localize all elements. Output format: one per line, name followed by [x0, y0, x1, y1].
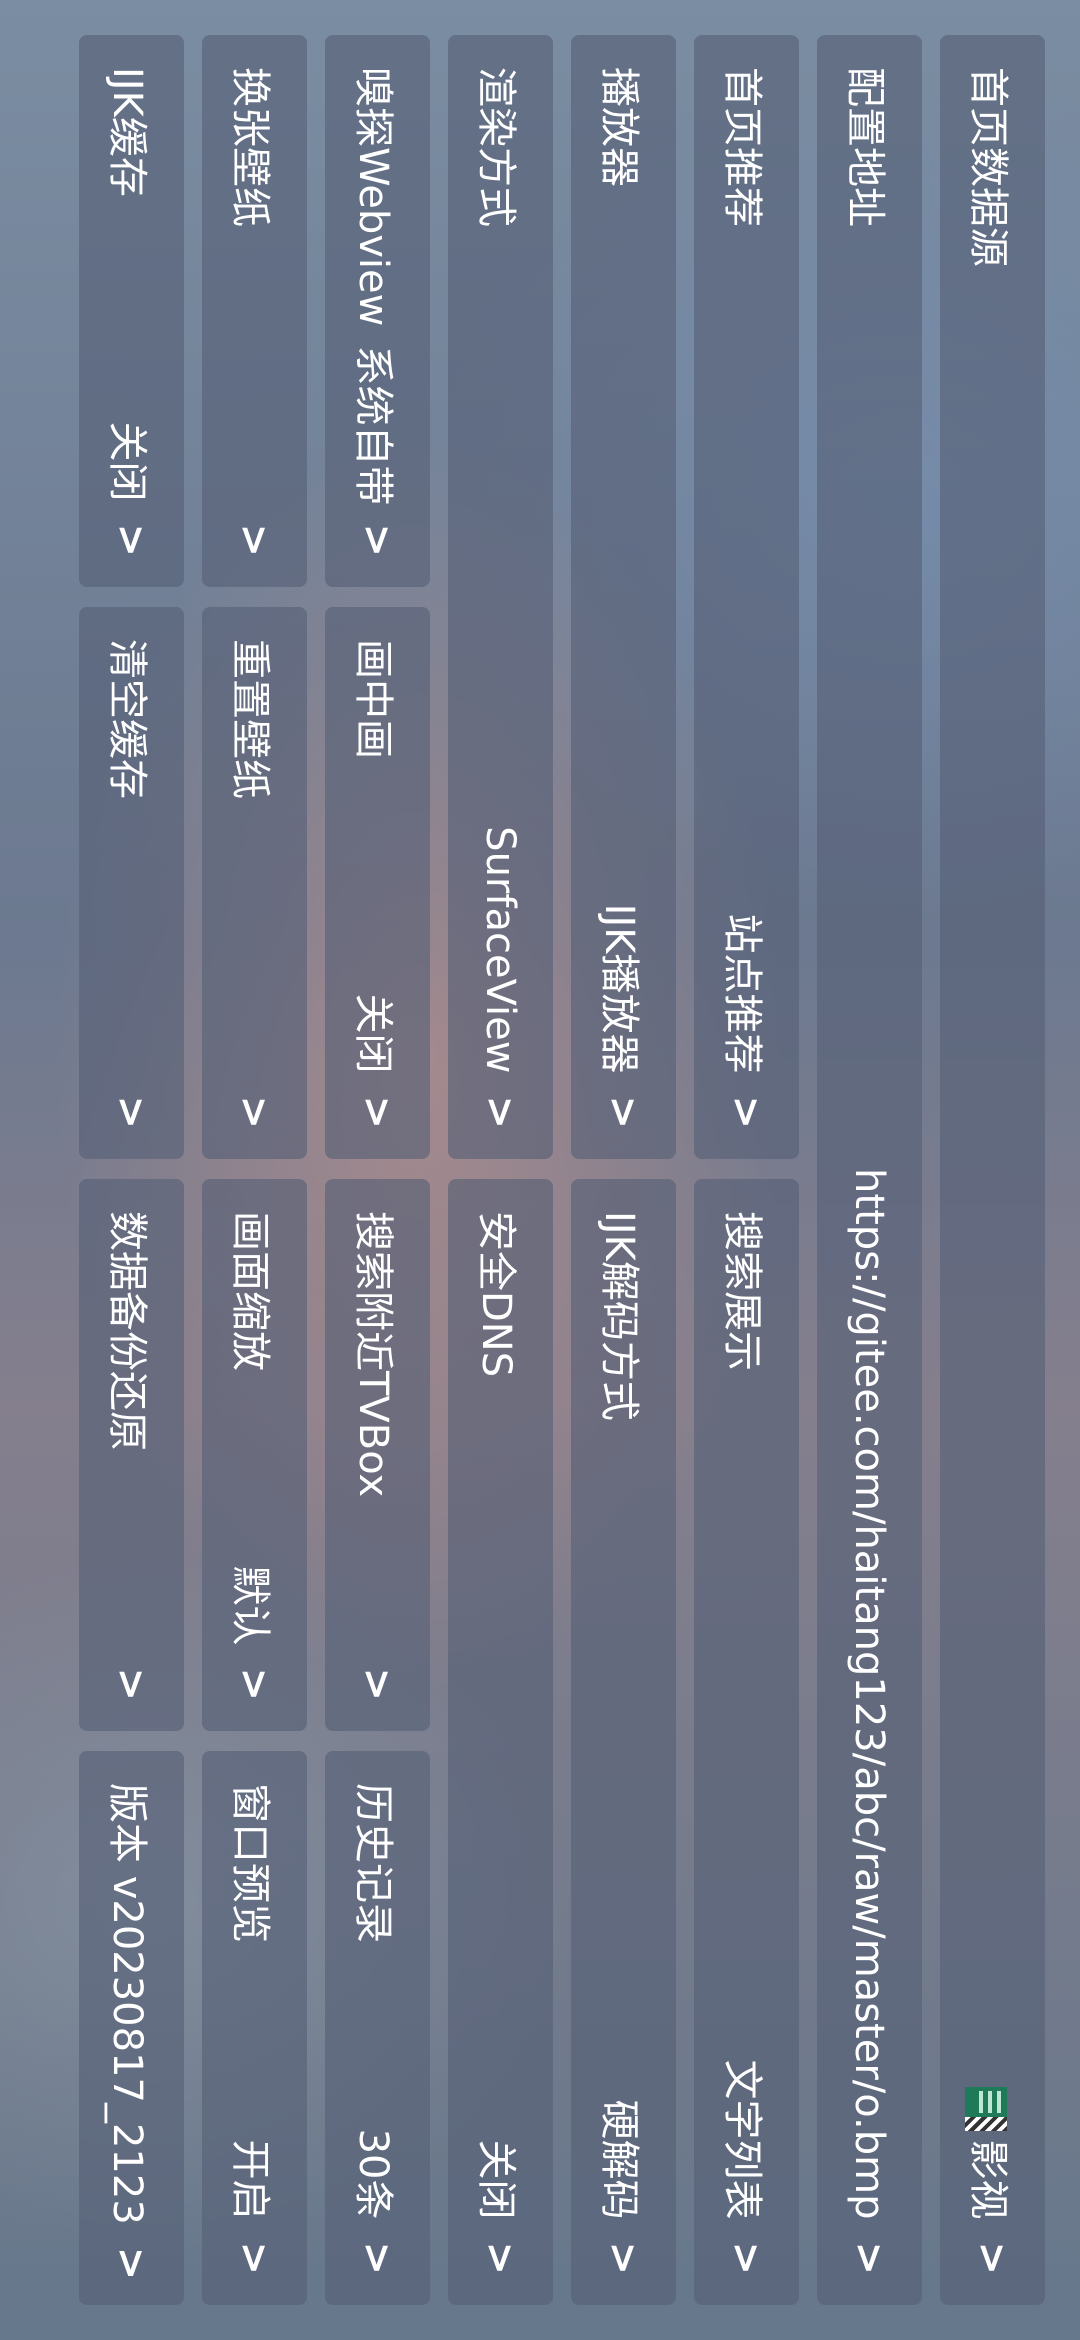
- ijk-decode-value: 硬解码: [596, 2099, 643, 2220]
- window-preview-setting[interactable]: 窗口预览 开启 >: [202, 1751, 307, 2305]
- row-recommend-search: 首页推荐 站点推荐 > 搜索展示 文字列表 >: [694, 35, 799, 2305]
- sniff-webview-value: 系统自带: [350, 345, 397, 506]
- change-wallpaper-label: 换张壁纸: [227, 67, 274, 227]
- home-recommend-label: 首页推荐: [719, 67, 766, 227]
- secure-dns-label: 安全DNS: [473, 1211, 520, 1378]
- reset-wallpaper-button[interactable]: 重置壁纸 >: [202, 607, 307, 1159]
- history-label: 历史记录: [350, 1783, 397, 1943]
- pip-setting[interactable]: 画中画 关闭 >: [325, 607, 430, 1159]
- picture-scale-setting[interactable]: 画面缩放 默认 >: [202, 1179, 307, 1731]
- ijk-cache-setting[interactable]: IJK缓存 关闭 >: [79, 35, 184, 587]
- ijk-cache-label: IJK缓存: [104, 67, 151, 197]
- search-display-value: 文字列表: [719, 2059, 766, 2220]
- picture-scale-value: 默认: [227, 1565, 274, 1646]
- home-recommend-value: 站点推荐: [719, 913, 766, 1074]
- sniff-webview-label: 嗅探Webview: [350, 67, 397, 327]
- chevron-right-icon: >: [354, 523, 401, 557]
- row-player-decode: 播放器 IJK播放器 > IJK解码方式 硬解码 >: [571, 35, 676, 2305]
- chevron-right-icon: >: [600, 1095, 647, 1129]
- config-url-value: https://gitee.com/haitang123/abc/raw/mas…: [846, 1168, 893, 2220]
- player-label: 播放器: [596, 67, 643, 187]
- sniff-webview-setting[interactable]: 嗅探Webview 系统自带 >: [325, 35, 430, 587]
- chevron-right-icon: >: [477, 1095, 524, 1129]
- secure-dns-setting[interactable]: 安全DNS 关闭 >: [448, 1179, 553, 2305]
- reset-wallpaper-label: 重置壁纸: [227, 639, 274, 799]
- search-nearby-tvbox-label: 搜索附近TVBox: [350, 1211, 397, 1498]
- chevron-right-icon: >: [723, 2241, 770, 2275]
- pip-value: 关闭: [350, 993, 397, 1074]
- chevron-right-icon: >: [846, 2241, 893, 2275]
- row-config-url: 配置地址 https://gitee.com/haitang123/abc/ra…: [817, 35, 922, 2305]
- player-setting[interactable]: 播放器 IJK播放器 >: [571, 35, 676, 1159]
- chevron-right-icon: >: [354, 1667, 401, 1701]
- ijk-decode-setting[interactable]: IJK解码方式 硬解码 >: [571, 1179, 676, 2305]
- clear-cache-button[interactable]: 清空缓存 >: [79, 607, 184, 1159]
- site-icon: [965, 2087, 1008, 2132]
- search-display-setting[interactable]: 搜索展示 文字列表 >: [694, 1179, 799, 2305]
- config-url-setting[interactable]: 配置地址 https://gitee.com/haitang123/abc/ra…: [817, 35, 922, 2305]
- chevron-right-icon: >: [354, 2241, 401, 2275]
- chevron-right-icon: >: [231, 523, 278, 557]
- secure-dns-value: 关闭: [473, 2139, 520, 2220]
- picture-scale-label: 画面缩放: [227, 1211, 274, 1371]
- home-source-value: 影视: [965, 2139, 1012, 2220]
- chevron-right-icon: >: [477, 2241, 524, 2275]
- render-mode-value: SurfaceView: [477, 826, 524, 1074]
- chevron-right-icon: >: [231, 1667, 278, 1701]
- home-recommend-setting[interactable]: 首页推荐 站点推荐 >: [694, 35, 799, 1159]
- window-preview-label: 窗口预览: [227, 1783, 274, 1943]
- chevron-right-icon: >: [231, 2241, 278, 2275]
- row-cache-backup-version: IJK缓存 关闭 > 清空缓存 > 数据备份还原 > 版本 v20230817_…: [79, 35, 184, 2305]
- render-mode-setting[interactable]: 渲染方式 SurfaceView >: [448, 35, 553, 1159]
- version-label: 版本 v20230817_2123: [104, 1783, 151, 2225]
- backup-restore-button[interactable]: 数据备份还原 >: [79, 1179, 184, 1731]
- version-info[interactable]: 版本 v20230817_2123 >: [79, 1751, 184, 2305]
- screen: 首页数据源 影视 > 配置地址 https://gitee.com/haitan…: [0, 0, 1080, 2340]
- chevron-right-icon: >: [969, 2241, 1016, 2275]
- row-wallpaper-scale-preview: 换张壁纸 > 重置壁纸 > 画面缩放 默认 > 窗口预览 开启 >: [202, 35, 307, 2305]
- chevron-right-icon: >: [108, 2246, 155, 2281]
- chevron-right-icon: >: [108, 1667, 155, 1701]
- home-source-setting[interactable]: 首页数据源 影视 >: [940, 35, 1045, 2305]
- search-display-label: 搜索展示: [719, 1211, 766, 1371]
- ijk-decode-label: IJK解码方式: [596, 1211, 643, 1421]
- row-home-source: 首页数据源 影视 >: [940, 35, 1045, 2305]
- clear-cache-label: 清空缓存: [104, 639, 151, 799]
- history-value: 30条: [350, 2128, 397, 2220]
- chevron-right-icon: >: [108, 523, 155, 557]
- change-wallpaper-button[interactable]: 换张壁纸 >: [202, 35, 307, 587]
- row-render-dns: 渲染方式 SurfaceView > 安全DNS 关闭 >: [448, 35, 553, 2305]
- ijk-cache-value: 关闭: [104, 421, 151, 502]
- chevron-right-icon: >: [231, 1095, 278, 1129]
- chevron-right-icon: >: [600, 2241, 647, 2275]
- settings-panel: 首页数据源 影视 > 配置地址 https://gitee.com/haitan…: [0, 0, 1080, 2340]
- search-nearby-tvbox-button[interactable]: 搜索附近TVBox >: [325, 1179, 430, 1731]
- player-value: IJK播放器: [596, 903, 643, 1074]
- chevron-right-icon: >: [354, 1095, 401, 1129]
- history-setting[interactable]: 历史记录 30条 >: [325, 1751, 430, 2305]
- chevron-right-icon: >: [108, 1095, 155, 1129]
- row-sniff-pip-nearby-history: 嗅探Webview 系统自带 > 画中画 关闭 > 搜索附近TVBox > 历史…: [325, 35, 430, 2305]
- window-preview-value: 开启: [227, 2139, 274, 2220]
- pip-label: 画中画: [350, 639, 397, 759]
- home-source-label: 首页数据源: [965, 67, 1012, 267]
- render-mode-label: 渲染方式: [473, 67, 520, 227]
- config-url-label: 配置地址: [842, 67, 889, 227]
- backup-restore-label: 数据备份还原: [104, 1211, 151, 1451]
- chevron-right-icon: >: [723, 1095, 770, 1129]
